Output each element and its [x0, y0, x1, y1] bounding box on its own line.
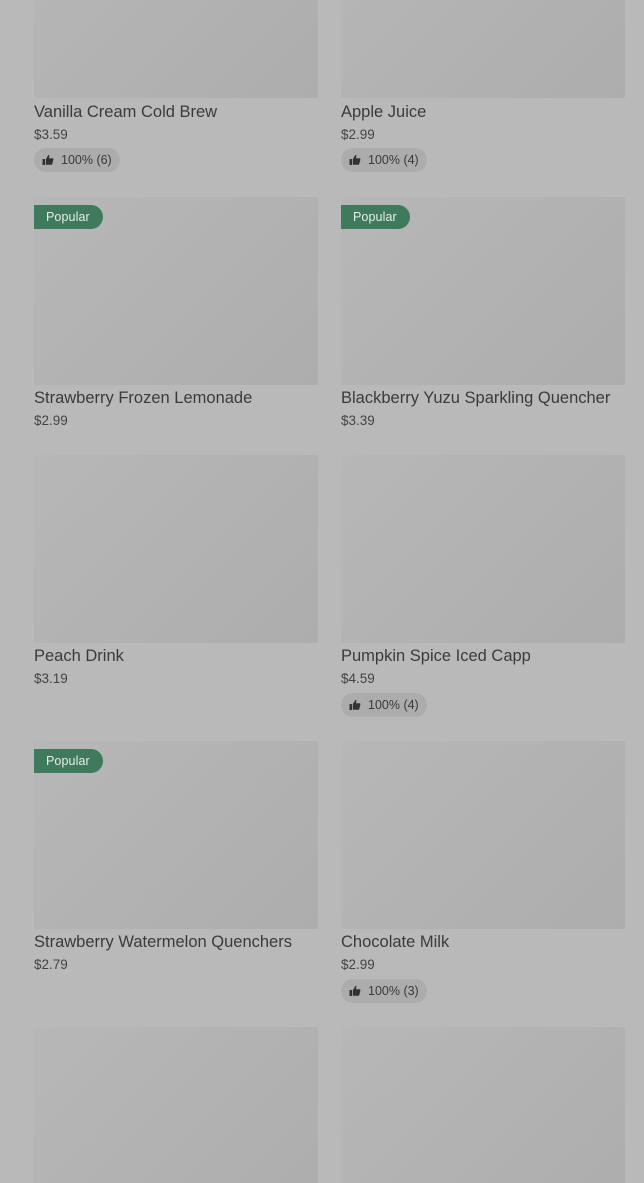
rating-text: 100% (4)	[368, 153, 419, 167]
item-price: $2.99	[341, 127, 375, 142]
popular-badge: Popular	[341, 205, 410, 229]
item-price: $2.79	[34, 957, 68, 972]
menu-item-card[interactable]: Chocolate Milk $2.99 100% (3)	[341, 741, 625, 1011]
rating-text: 100% (6)	[61, 153, 112, 167]
item-name[interactable]: Apple Juice	[341, 102, 631, 122]
item-price: $2.99	[341, 957, 375, 972]
menu-item-card[interactable]: Popular Strawberry Frozen Lemonade $2.99	[34, 197, 318, 437]
item-image[interactable]	[341, 741, 625, 929]
item-name[interactable]: Vanilla Cream Cold Brew	[34, 102, 324, 122]
item-price: $3.59	[34, 127, 68, 142]
item-image[interactable]	[341, 455, 625, 643]
rating-badge: 100% (4)	[341, 148, 427, 172]
rating-text: 100% (4)	[368, 698, 419, 712]
popular-badge: Popular	[34, 749, 103, 773]
menu-item-card[interactable]: Pumpkin Spice Iced Capp $4.59 100% (4)	[341, 455, 625, 725]
item-image[interactable]	[34, 455, 318, 643]
menu-item-card[interactable]	[34, 1027, 318, 1183]
menu-item-card[interactable]	[341, 1027, 625, 1183]
item-price: $2.99	[34, 413, 68, 428]
rating-text: 100% (3)	[368, 984, 419, 998]
rating-badge: 100% (4)	[341, 693, 427, 717]
thumbs-up-icon	[349, 699, 361, 711]
item-name[interactable]: Strawberry Frozen Lemonade	[34, 388, 324, 408]
menu-item-card[interactable]: Popular Blackberry Yuzu Sparkling Quench…	[341, 197, 625, 437]
item-name[interactable]: Blackberry Yuzu Sparkling Quencher	[341, 388, 631, 408]
menu-item-card[interactable]: Popular Strawberry Watermelon Quenchers …	[34, 741, 318, 981]
menu-item-card[interactable]: Apple Juice $2.99 100% (4)	[341, 0, 625, 180]
item-price: $3.19	[34, 671, 68, 686]
rating-badge: 100% (6)	[34, 148, 120, 172]
item-image[interactable]	[34, 0, 318, 98]
thumbs-up-icon	[349, 985, 361, 997]
item-image[interactable]	[341, 0, 625, 98]
item-image[interactable]	[34, 1027, 318, 1183]
item-name[interactable]: Peach Drink	[34, 646, 324, 666]
item-name[interactable]: Pumpkin Spice Iced Capp	[341, 646, 631, 666]
item-price: $4.59	[341, 671, 375, 686]
item-name[interactable]: Chocolate Milk	[341, 932, 631, 952]
thumbs-up-icon	[349, 154, 361, 166]
item-price: $3.39	[341, 413, 375, 428]
menu-item-grid: Vanilla Cream Cold Brew $3.59 100% (6) A…	[0, 0, 644, 1183]
item-name[interactable]: Strawberry Watermelon Quenchers	[34, 932, 324, 952]
popular-badge: Popular	[34, 205, 103, 229]
rating-badge: 100% (3)	[341, 979, 427, 1003]
thumbs-up-icon	[42, 154, 54, 166]
menu-item-card[interactable]: Peach Drink $3.19	[34, 455, 318, 695]
item-image[interactable]	[341, 1027, 625, 1183]
menu-item-card[interactable]: Vanilla Cream Cold Brew $3.59 100% (6)	[34, 0, 318, 180]
